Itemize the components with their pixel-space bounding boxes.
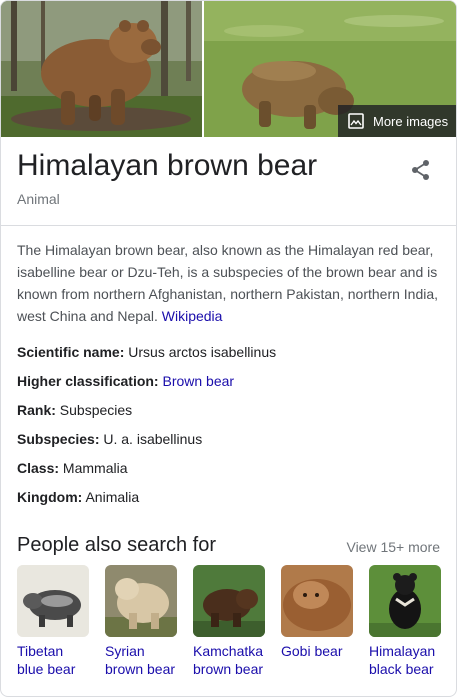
related-label: Kamchatka brown bear (193, 642, 267, 678)
hero-images: More images (1, 1, 456, 137)
related-thumbnail (17, 565, 89, 637)
fact-label: Higher classification: (17, 373, 159, 389)
entity-title: Himalayan brown bear (17, 149, 318, 182)
related-thumbnail (193, 565, 265, 637)
brown-bear-link[interactable]: Brown bear (162, 373, 234, 389)
view-more-link[interactable]: View 15+ more (346, 539, 440, 555)
more-images-label: More images (373, 113, 449, 129)
related-entity-himalayan-black-bear[interactable]: Himalayan black bear (369, 565, 443, 678)
fact-subspecies: Subspecies: U. a. isabellinus (17, 428, 442, 457)
related-label: Syrian brown bear (105, 642, 179, 678)
label-line-2: blue bear (17, 661, 76, 677)
related-label: Himalayan black bear (369, 642, 443, 678)
related-label: Gobi bear (281, 642, 355, 660)
people-also-search-title: People also search for (17, 534, 217, 556)
bear-photo-right[interactable]: More images (204, 1, 456, 137)
label-line-2: brown bear (193, 661, 264, 677)
fact-value: U. a. isabellinus (103, 431, 203, 447)
label-line-1: Gobi bear (281, 643, 343, 659)
fact-label: Scientific name: (17, 344, 125, 360)
description-text: The Himalayan brown bear, also known as … (17, 242, 439, 324)
more-images-button[interactable]: More images (338, 105, 456, 137)
fact-class: Class: Mammalia (17, 457, 442, 486)
fact-scientific-name: Scientific name: Ursus arctos isabellinu… (17, 341, 442, 370)
label-line-2: black bear (369, 661, 434, 677)
fact-rank: Rank: Subspecies (17, 399, 442, 428)
fact-value: Animalia (85, 489, 140, 505)
fact-label: Rank: (17, 402, 56, 418)
entity-description: The Himalayan brown bear, also known as … (17, 239, 442, 327)
image-icon (348, 113, 364, 129)
fact-label: Kingdom: (17, 489, 83, 505)
people-also-search-list: Tibetan blue bear Syrian brown bear Kamc… (17, 565, 442, 685)
related-entity-kamchatka-brown-bear[interactable]: Kamchatka brown bear (193, 565, 267, 678)
wikipedia-link[interactable]: Wikipedia (162, 308, 223, 324)
related-entity-syrian-brown-bear[interactable]: Syrian brown bear (105, 565, 179, 678)
fact-label: Class: (17, 460, 60, 476)
fact-value: Ursus arctos isabellinus (128, 344, 277, 360)
related-thumbnail (105, 565, 177, 637)
entity-subtitle: Animal (17, 191, 60, 207)
label-line-1: Syrian (105, 643, 145, 659)
related-thumbnail (369, 565, 441, 637)
label-line-1: Kamchatka (193, 643, 264, 659)
label-line-1: Tibetan (17, 643, 64, 659)
related-entity-tibetan-blue-bear[interactable]: Tibetan blue bear (17, 565, 91, 678)
section-divider (1, 225, 456, 226)
knowledge-panel: More images Himalayan brown bear Animal … (0, 0, 457, 697)
related-thumbnail (281, 565, 353, 637)
share-icon (412, 160, 429, 180)
fact-label: Subspecies: (17, 431, 100, 447)
label-line-2: brown bear (105, 661, 176, 677)
fact-kingdom: Kingdom: Animalia (17, 486, 442, 515)
label-line-1: Himalayan (369, 643, 436, 659)
related-entity-gobi-bear[interactable]: Gobi bear (281, 565, 355, 660)
fact-higher-classification: Higher classification: Brown bear (17, 370, 442, 399)
fact-value: Mammalia (62, 460, 128, 476)
fact-value: Subspecies (59, 402, 133, 418)
share-button[interactable] (407, 156, 435, 184)
facts-list: Scientific name: Ursus arctos isabellinu… (17, 341, 442, 515)
bear-photo-left[interactable] (1, 1, 202, 137)
related-label: Tibetan blue bear (17, 642, 91, 678)
